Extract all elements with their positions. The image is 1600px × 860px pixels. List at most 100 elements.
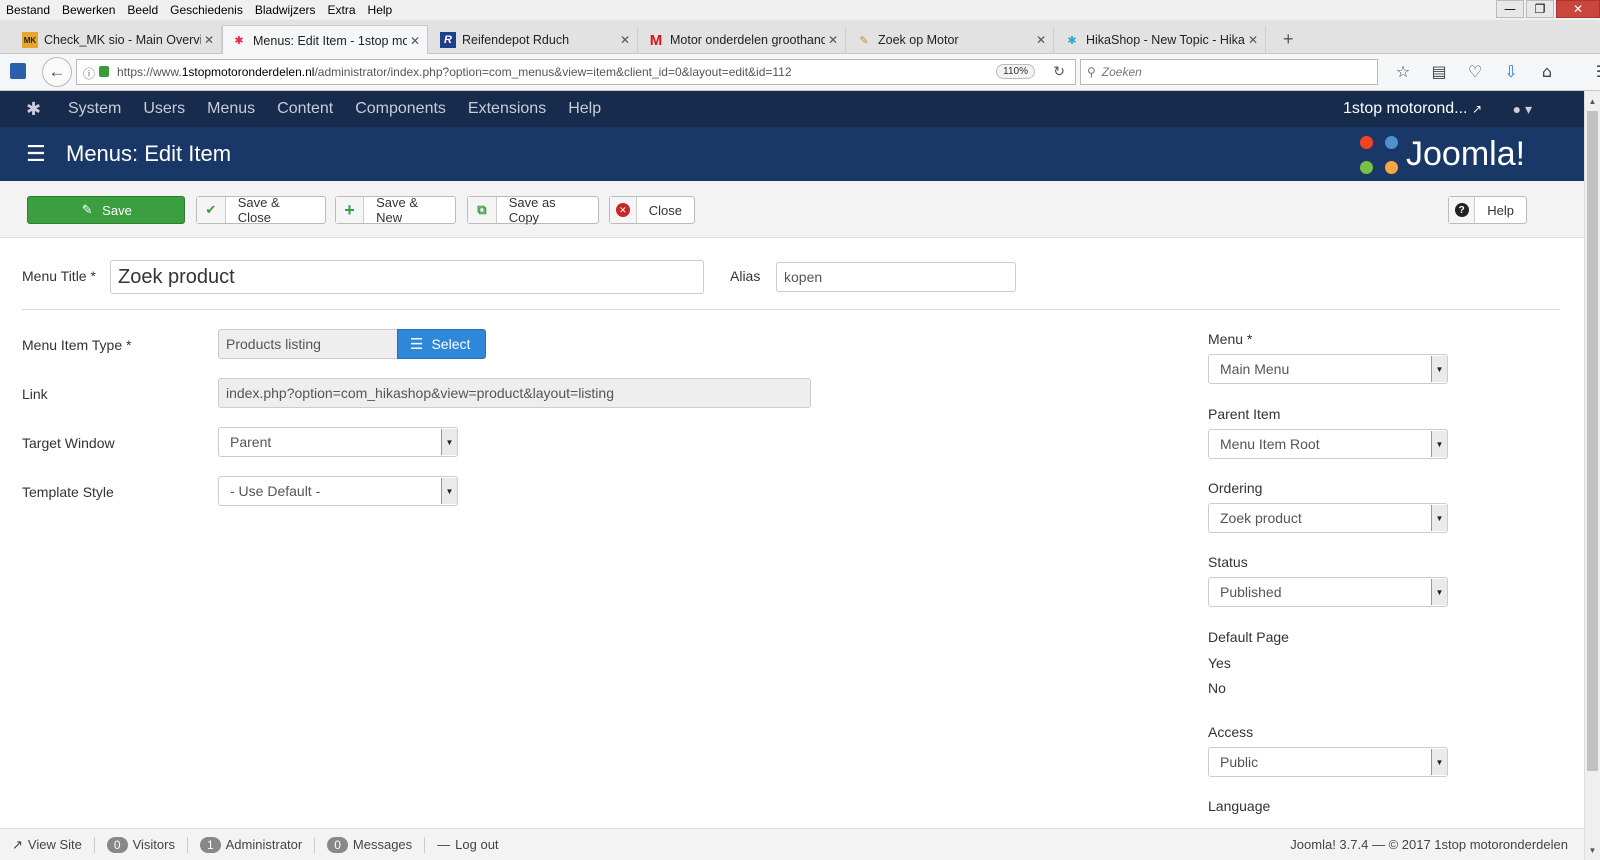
view-site-link[interactable]: ↗ View Site — [12, 837, 82, 853]
help-button[interactable]: ? Help — [1448, 196, 1527, 224]
tab-joomla-edit[interactable]: ✱ Menus: Edit Item - 1stop mot ✕ — [222, 25, 428, 55]
administrator-link[interactable]: 1 Administrator — [199, 836, 302, 853]
menu-bladwijzers[interactable]: Bladwijzers — [255, 3, 316, 17]
menu-bestand[interactable]: Bestand — [6, 3, 50, 17]
minimize-button[interactable]: — — [1496, 0, 1524, 18]
tab-reifendepot[interactable]: R Reifendepot Rduch ✕ — [432, 26, 638, 54]
window-close-button[interactable]: ✕ — [1556, 0, 1600, 18]
tab-close-icon[interactable]: ✕ — [201, 33, 217, 47]
save-button[interactable]: ✎ Save — [27, 196, 185, 224]
home-icon[interactable]: ⌂ — [1529, 62, 1565, 81]
menu-item-type-field: Products listing — [218, 329, 398, 359]
target-window-select[interactable]: Parent ▼ — [218, 427, 458, 457]
save-close-button[interactable]: ✔ Save & Close — [196, 195, 326, 225]
alias-input[interactable]: kopen — [776, 262, 1016, 292]
menu-beeld[interactable]: Beeld — [127, 3, 158, 17]
menu-geschiedenis[interactable]: Geschiedenis — [170, 3, 243, 17]
nav-menus[interactable]: Menus — [207, 100, 255, 118]
tab-checkmk[interactable]: MK Check_MK sio - Main Overvie ✕ — [14, 26, 222, 54]
tab-zoek-op-motor[interactable]: ✎ Zoek op Motor ✕ — [848, 26, 1054, 54]
joomla-icon: ✱ — [234, 35, 244, 47]
restore-button[interactable]: ❐ — [1526, 0, 1554, 18]
search-icon: ⚲ — [1087, 65, 1096, 79]
menu-select[interactable]: Main Menu ▼ — [1208, 354, 1448, 384]
save-as-copy-button[interactable]: ⧉ Save as Copy — [467, 195, 599, 225]
r-logo-icon: R — [440, 32, 456, 48]
close-button[interactable]: ✕ Close — [609, 196, 695, 224]
hamburger-menu-icon[interactable]: ☰ — [1585, 62, 1600, 81]
select-menu-type-button[interactable]: ☰ Select — [397, 329, 486, 359]
messages-link[interactable]: 0 Messages — [327, 836, 412, 853]
tab-hikashop[interactable]: ✱ HikaShop - New Topic - Hika ✕ — [1056, 26, 1266, 54]
ordering-select[interactable]: Zoek product ▼ — [1208, 503, 1448, 533]
menu-title-label: Menu Title * — [22, 268, 96, 284]
default-page-no-option[interactable]: No — [1208, 680, 1226, 696]
firefox-sidebar-icon[interactable] — [10, 63, 26, 79]
nav-components[interactable]: Components — [355, 100, 446, 118]
access-label: Access — [1208, 724, 1254, 740]
save-new-button[interactable]: + Save & New — [335, 195, 456, 225]
action-toolbar: ✎ Save ✔ Save & Close + Save & New ⧉ Sav… — [0, 181, 1584, 238]
joomla-logo-small-icon[interactable]: ✱ — [26, 99, 46, 119]
reading-list-icon[interactable]: ▤ — [1421, 62, 1457, 81]
status-separator — [424, 836, 426, 853]
user-menu-icon[interactable]: ● ▾ — [1513, 101, 1532, 118]
parent-item-label: Parent Item — [1208, 406, 1281, 422]
status-separator — [93, 836, 95, 853]
plus-icon: + — [336, 197, 365, 223]
lock-icon — [99, 66, 109, 77]
visitors-link[interactable]: 0 Visitors — [106, 836, 175, 853]
download-icon[interactable]: ⇩ — [1493, 62, 1529, 81]
scroll-up-icon[interactable]: ▲ — [1585, 93, 1600, 109]
status-select[interactable]: Published ▼ — [1208, 577, 1448, 607]
nav-help[interactable]: Help — [568, 100, 601, 118]
nav-content[interactable]: Content — [277, 100, 333, 118]
dropdown-arrow-icon: ▼ — [441, 478, 457, 504]
tab-bar: MK Check_MK sio - Main Overvie ✕ ✱ Menus… — [0, 20, 1600, 55]
parent-item-select[interactable]: Menu Item Root ▼ — [1208, 429, 1448, 459]
back-arrow-icon: ← — [48, 62, 66, 81]
scroll-down-icon[interactable]: ▼ — [1585, 842, 1600, 858]
bookmark-star-icon[interactable]: ☆ — [1385, 62, 1421, 81]
tab-close-icon[interactable]: ✕ — [1033, 33, 1049, 47]
default-page-yes-option[interactable]: Yes — [1208, 655, 1231, 671]
status-separator — [314, 836, 316, 853]
tab-label: Check_MK sio - Main Overvie — [44, 33, 201, 47]
zoom-indicator[interactable]: 110% — [996, 64, 1035, 79]
template-style-select[interactable]: - Use Default - ▼ — [218, 476, 458, 506]
reload-icon[interactable]: ↻ — [1053, 63, 1065, 80]
tab-motor-onderdelen[interactable]: M Motor onderdelen groothand ✕ — [640, 26, 846, 54]
external-link-icon: ↗ — [1471, 102, 1482, 116]
back-button[interactable]: ← — [42, 57, 72, 87]
window-controls: — ❐ ✕ — [1494, 0, 1600, 18]
logout-link[interactable]: — Log out — [437, 837, 498, 852]
access-select[interactable]: Public ▼ — [1208, 747, 1448, 777]
info-icon[interactable]: ⓘ — [83, 65, 95, 82]
new-tab-button[interactable]: + — [1283, 29, 1294, 50]
url-bar[interactable]: ⓘ https://www.1stopmotoronderdelen.nl/ad… — [76, 59, 1076, 85]
dropdown-arrow-icon: ▼ — [1431, 749, 1447, 775]
menu-label: Menu * — [1208, 331, 1253, 347]
tab-close-icon[interactable]: ✕ — [617, 33, 633, 47]
nav-system[interactable]: System — [68, 100, 121, 118]
menu-bewerken[interactable]: Bewerken — [62, 3, 115, 17]
menu-title-input[interactable]: Zoek product — [110, 260, 704, 294]
tab-close-icon[interactable]: ✕ — [407, 34, 423, 48]
toolbar-icons: ☆ ▤ ♡ ⇩ ⌂ ☰ — [1385, 62, 1600, 81]
nav-extensions[interactable]: Extensions — [468, 100, 546, 118]
search-placeholder: Zoeken — [1101, 65, 1142, 79]
m-logo-icon: M — [649, 31, 663, 49]
target-window-label: Target Window — [22, 435, 115, 451]
tab-close-icon[interactable]: ✕ — [825, 33, 841, 47]
site-link[interactable]: 1stop motorond... ↗ — [1343, 100, 1482, 118]
pocket-icon[interactable]: ♡ — [1457, 62, 1493, 81]
search-input[interactable]: ⚲ Zoeken — [1080, 59, 1378, 85]
scrollbar-thumb[interactable] — [1587, 111, 1598, 771]
default-page-label: Default Page — [1208, 629, 1289, 645]
page-scrollbar[interactable]: ▲ ▼ — [1584, 91, 1600, 860]
nav-users[interactable]: Users — [143, 100, 185, 118]
url-text: https://www.1stopmotoronderdelen.nl/admi… — [117, 65, 792, 79]
tab-close-icon[interactable]: ✕ — [1245, 33, 1261, 47]
menu-help[interactable]: Help — [368, 3, 393, 17]
menu-extra[interactable]: Extra — [328, 3, 356, 17]
